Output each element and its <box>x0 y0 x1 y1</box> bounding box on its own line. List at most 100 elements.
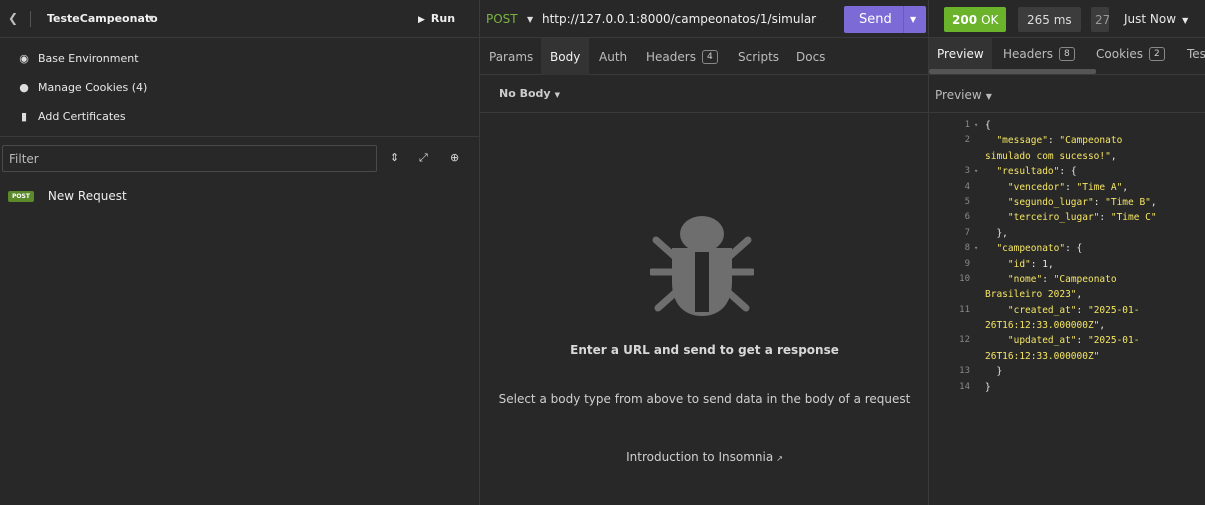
code-line: 1 ▾ { <box>929 118 1205 133</box>
send-label: Send <box>859 12 892 27</box>
code-text: "vencedor": "Time A", <box>1007 181 1129 193</box>
code-text: 26T16:12:33.000000Z" <box>985 350 1100 362</box>
code-line: 26T16:12:33.000000Z", <box>929 318 1205 333</box>
status-text: OK <box>981 12 999 27</box>
line-number: 9 <box>964 258 970 269</box>
body-type-label: No Body <box>499 87 551 100</box>
tab-scripts[interactable]: Scripts <box>729 38 788 75</box>
status-badge: 200 OK <box>944 7 1007 32</box>
chevron-down-icon[interactable]: ▼ <box>527 15 533 24</box>
empty-state: Enter a URL and send to get a response S… <box>480 114 929 505</box>
tab-label: Docs <box>796 49 826 64</box>
tab-preview[interactable]: Preview <box>929 38 992 69</box>
base-environment-label: Base Environment <box>38 52 139 65</box>
code-text: } <box>985 381 991 393</box>
cookie-icon: ● <box>19 81 29 94</box>
fold-icon[interactable]: ▾ <box>974 241 978 256</box>
fold-icon[interactable]: ▾ <box>974 164 978 179</box>
tab-cookies[interactable]: Cookies 2 <box>1088 38 1173 69</box>
add-certificates-link[interactable]: ▮ Add Certificates <box>0 102 479 131</box>
request-name: New Request <box>47 189 127 203</box>
tab-body[interactable]: Body <box>541 38 590 75</box>
body-type-select[interactable]: No Body ▼ <box>499 87 560 100</box>
empty-subtitle: Select a body type from above to send da… <box>498 392 911 406</box>
chevron-down-icon: ▼ <box>554 91 560 99</box>
sidebar-links: ◉ Base Environment ● Manage Cookies (4) … <box>0 38 479 137</box>
tab-headers[interactable]: Headers 4 <box>637 38 727 75</box>
add-icon[interactable]: ⊕ <box>450 151 459 164</box>
run-label: Run <box>430 12 456 25</box>
code-line: 13 } <box>929 364 1205 379</box>
intro-link[interactable]: Introduction to Insomnia ↗ <box>480 450 929 464</box>
run-button[interactable]: ▶ Run <box>418 12 455 25</box>
tab-label: Params <box>489 49 534 64</box>
sort-icon[interactable]: ⇕ <box>390 151 399 164</box>
code-text: 26T16:12:33.000000Z", <box>985 320 1106 332</box>
response-panel: 200 OK 265 ms 27 Just Now ▼ Preview Header… <box>929 0 1205 505</box>
request-list-item[interactable]: POST New Request <box>0 185 479 207</box>
project-title[interactable]: TesteCampeonato <box>47 12 158 25</box>
code-text: "created_at": "2025-01- <box>1007 304 1140 316</box>
method-select[interactable]: POST <box>486 12 518 26</box>
divider <box>903 6 904 33</box>
history-dropdown[interactable]: Just Now ▼ <box>1124 12 1188 26</box>
empty-title: Enter a URL and send to get a response <box>570 343 839 357</box>
url-input[interactable]: http://127.0.0.1:8000/campeonatos/1/simu… <box>542 12 816 26</box>
globe-icon: ◉ <box>19 52 29 65</box>
code-text: "id": 1, <box>1007 258 1054 270</box>
preview-mode-bar: Preview ▼ <box>929 75 1205 113</box>
tab-params[interactable]: Params <box>480 38 542 75</box>
tab-label: Auth <box>599 49 628 64</box>
tab-response-headers[interactable]: Headers 8 <box>995 38 1083 69</box>
code-text: "segundo_lugar": "Time B", <box>1007 196 1157 208</box>
tab-label: Headers <box>646 49 696 64</box>
tab-docs[interactable]: Docs <box>787 38 834 75</box>
url-bar: POST ▼ http://127.0.0.1:8000/campeonatos… <box>480 0 928 38</box>
code-text: Brasileiro 2023", <box>985 289 1083 301</box>
manage-cookies-link[interactable]: ● Manage Cookies (4) <box>0 73 479 102</box>
filter-input[interactable] <box>3 146 376 171</box>
code-text: } <box>996 366 1003 378</box>
code-text: simulado com sucesso!", <box>985 150 1117 162</box>
chevron-down-icon[interactable]: ▼ <box>910 15 916 24</box>
code-text: "terceiro_lugar": "Time C" <box>1007 212 1157 224</box>
method-badge: POST <box>8 190 34 202</box>
request-panel: POST ▼ http://127.0.0.1:8000/campeonatos… <box>480 0 929 505</box>
filter-row: ⇕ ⤢ ⊕ <box>0 137 479 181</box>
line-number: 5 <box>964 196 970 207</box>
intro-link-label: Introduction to Insomnia <box>626 450 774 464</box>
code-text: }, <box>996 227 1008 239</box>
line-number: 4 <box>964 181 970 192</box>
line-number: 8 <box>964 243 970 254</box>
tab-tests[interactable]: Tes <box>1179 38 1205 69</box>
code-line: 11 "created_at": "2025-01- <box>929 303 1205 318</box>
file-icon: ▮ <box>20 110 28 123</box>
filter-box <box>2 145 377 172</box>
preview-mode-select[interactable]: Preview ▼ <box>935 88 992 102</box>
add-certificates-label: Add Certificates <box>38 110 126 123</box>
send-button[interactable]: Send ▼ <box>844 6 926 33</box>
code-line: 3 ▾ "resultado": { <box>929 164 1205 179</box>
chevron-down-icon[interactable]: ▼ <box>148 14 154 23</box>
fold-icon[interactable]: ▾ <box>974 118 978 133</box>
line-number: 3 <box>964 166 970 177</box>
code-text: "campeonato": { <box>996 243 1083 255</box>
code-line: 2 "message": "Campeonato <box>929 133 1205 148</box>
cookies-count: 2 <box>1148 46 1165 61</box>
code-text: "updated_at": "2025-01- <box>1007 335 1140 347</box>
response-tabs: Preview Headers 8 Cookies 2 Tes <box>929 38 1205 75</box>
chevron-left-icon[interactable]: ❮ <box>8 11 18 25</box>
line-number: 7 <box>964 227 970 238</box>
base-environment-link[interactable]: ◉ Base Environment <box>0 44 479 73</box>
tab-auth[interactable]: Auth <box>590 38 636 75</box>
size-badge: 27 <box>1091 7 1109 32</box>
code-line: 26T16:12:33.000000Z" <box>929 349 1205 364</box>
tab-label: Headers <box>1003 46 1053 61</box>
headers-count: 4 <box>701 49 718 64</box>
tab-label: Scripts <box>738 49 780 64</box>
expand-icon[interactable]: ⤢ <box>419 151 428 165</box>
tabs-scrollbar[interactable] <box>929 69 1096 74</box>
line-number: 14 <box>959 381 970 392</box>
json-viewer[interactable]: 1 ▾ {2 "message": "Campeonato simulado com … <box>929 118 1205 395</box>
manage-cookies-label: Manage Cookies (4) <box>38 81 148 94</box>
